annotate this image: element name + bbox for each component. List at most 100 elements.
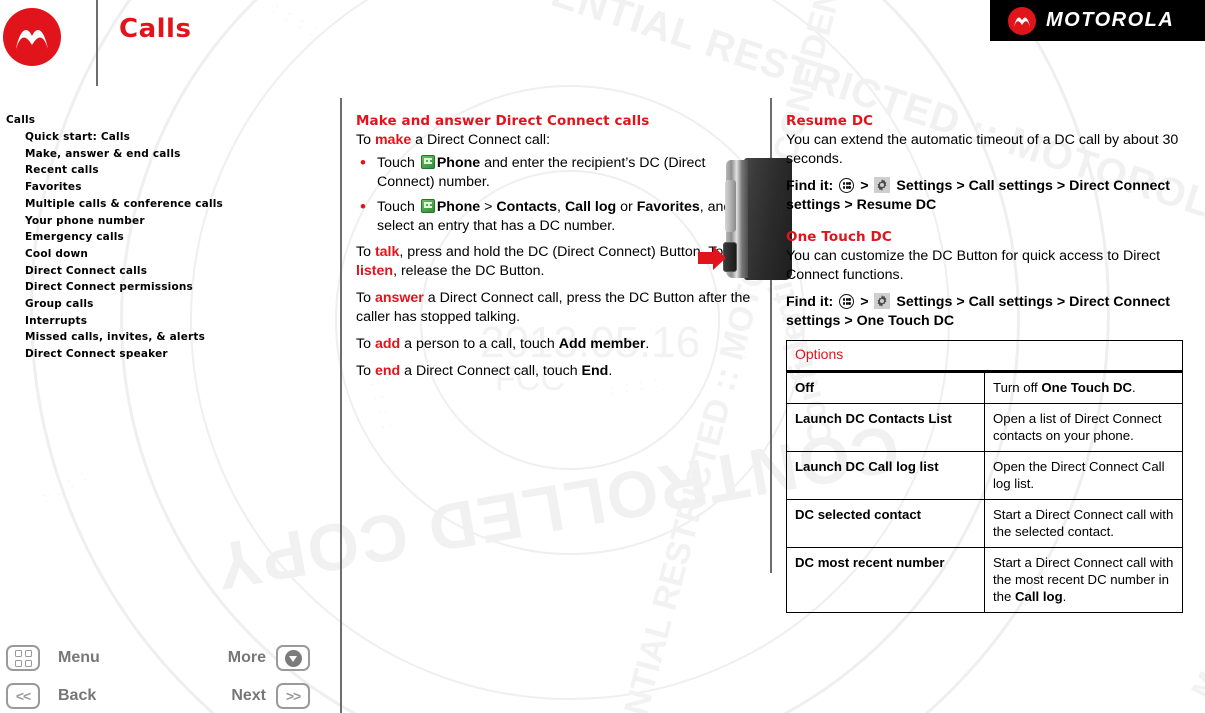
path-separator: > xyxy=(956,178,965,194)
back-label[interactable]: Back xyxy=(58,687,96,705)
path-separator: > xyxy=(956,294,965,310)
app-drawer-icon xyxy=(839,294,855,309)
sidebar-root-calls[interactable]: Calls xyxy=(6,114,326,126)
middle-column: Make and answer Direct Connect calls To … xyxy=(356,113,756,389)
path-separator: > xyxy=(844,197,853,213)
end-p1: To xyxy=(356,363,375,379)
right-column: Resume DC You can extend the automatic t… xyxy=(786,113,1186,613)
add-member-label: Add member xyxy=(558,336,646,352)
sidebar-item-interrupts[interactable]: Interrupts xyxy=(25,313,326,330)
manual-page: CONTROLLED COPY MOTOROLA CONFIDENTIAL RE… xyxy=(0,0,1205,713)
phone-body xyxy=(744,158,792,280)
desc-post: . xyxy=(1132,380,1136,395)
intro-suffix: a Direct Connect call: xyxy=(411,132,551,148)
keyword-listen: listen xyxy=(356,263,394,279)
option-description: Turn off One Touch DC. xyxy=(984,371,1183,404)
table-header-options: Options xyxy=(786,340,1183,373)
double-chevron-left-icon: << xyxy=(15,688,31,704)
menu-button[interactable] xyxy=(6,645,40,671)
sidebar-item-group-calls[interactable]: Group calls xyxy=(25,296,326,313)
nav-row-menu-more: Menu More xyxy=(0,642,340,674)
end-p3: . xyxy=(608,363,613,379)
sidebar-item-cool-down[interactable]: Cool down xyxy=(25,246,326,263)
phone-side-view-figure xyxy=(698,158,796,283)
option-description: Open the Direct Connect Call log list. xyxy=(984,451,1183,500)
desc-bold: Call log xyxy=(1015,589,1063,604)
path-separator: > xyxy=(844,313,853,329)
path-separator: > xyxy=(860,178,869,194)
desc-post: . xyxy=(1062,589,1067,604)
dialer-icon xyxy=(420,199,435,213)
chevron-down-circle-icon xyxy=(284,649,302,667)
watermark-dots: · · · · · · · · xyxy=(38,465,93,508)
option-name: Off xyxy=(786,371,985,404)
more-label[interactable]: More xyxy=(228,649,266,667)
path-separator: > xyxy=(1056,294,1066,310)
add-p3: . xyxy=(645,336,650,352)
bullet2-seg7: or xyxy=(616,199,637,215)
sidebar-item-direct-connect-calls[interactable]: Direct Connect calls xyxy=(25,263,326,280)
bullet1-seg1: Touch xyxy=(377,155,419,171)
next-label[interactable]: Next xyxy=(231,687,266,705)
bullet2-phone: Phone xyxy=(436,199,481,215)
add-p1: To xyxy=(356,336,375,352)
end-label: End xyxy=(581,363,609,379)
answer-p1: To xyxy=(356,290,375,306)
more-button[interactable] xyxy=(276,645,310,671)
sidebar-item-direct-connect-speaker[interactable]: Direct Connect speaker xyxy=(25,346,326,363)
path-resume-dc: Resume DC xyxy=(856,197,937,213)
motorola-logo-icon xyxy=(3,8,61,66)
find-it-label: Find it: xyxy=(786,178,834,194)
back-button[interactable]: << xyxy=(6,683,40,709)
option-name: Launch DC Call log list xyxy=(786,451,985,500)
path-settings: Settings xyxy=(896,178,953,194)
column-divider-left xyxy=(340,98,342,713)
talk-p1: To xyxy=(356,244,375,260)
path-separator: > xyxy=(1056,178,1066,194)
sidebar-item-your-phone-number[interactable]: Your phone number xyxy=(25,213,326,230)
app-drawer-icon xyxy=(839,178,855,193)
list-item: Touch Phone and enter the recipient’s DC… xyxy=(356,153,756,192)
table-header-row: Options xyxy=(786,340,1183,373)
keyword-make: make xyxy=(374,132,412,148)
sidebar-item-make-answer-end-calls[interactable]: Make, answer & end calls xyxy=(25,146,326,163)
one-touch-dc-find-it: Find it: > Settings > Call settings > Di… xyxy=(786,293,1186,331)
phone-volume-key xyxy=(725,180,736,232)
table-row: DC selected contact Start a Direct Conne… xyxy=(786,499,1183,548)
motorola-m-icon xyxy=(1008,6,1036,35)
dialer-icon xyxy=(420,155,435,169)
motorola-wordmark: MOTOROLA xyxy=(1046,9,1175,31)
bullet2-seg5: , xyxy=(557,199,565,215)
sidebar-item-multiple-calls-conference-calls[interactable]: Multiple calls & conference calls xyxy=(25,196,326,213)
path-settings: Settings xyxy=(896,294,953,310)
bullet2-seg1: Touch xyxy=(377,199,419,215)
one-touch-dc-body: You can customize the DC Button for quic… xyxy=(786,248,1161,283)
watermark-dots: · · · · · · · · xyxy=(268,0,324,43)
list-item: Touch Phone > Contacts, Call log or Favo… xyxy=(356,197,756,236)
next-button[interactable]: >> xyxy=(276,683,310,709)
sidebar-item-emergency-calls[interactable]: Emergency calls xyxy=(25,229,326,246)
motorola-brand-bar: MOTOROLA xyxy=(990,0,1205,41)
sidebar-item-direct-connect-permissions[interactable]: Direct Connect permissions xyxy=(25,279,326,296)
bullet1-phone: Phone xyxy=(436,155,481,171)
talk-p3: , release the DC Button. xyxy=(393,263,545,279)
bullet2-contacts: Contacts xyxy=(496,199,558,215)
resume-dc-find-it: Find it: > Settings > Call settings > Di… xyxy=(786,177,1186,215)
sidebar-item-quick-start-calls[interactable]: Quick start: Calls xyxy=(25,129,326,146)
section-heading-make-answer-dc: Make and answer Direct Connect calls xyxy=(356,113,650,129)
bullet2-seg3: > xyxy=(480,199,497,215)
gear-icon xyxy=(874,177,891,193)
sidebar-item-missed-calls-invites-alerts[interactable]: Missed calls, invites, & alerts xyxy=(25,329,326,346)
keyword-add: add xyxy=(374,336,401,352)
para-talk-listen: To talk, press and hold the DC (Direct C… xyxy=(356,243,756,281)
keyword-talk: talk xyxy=(374,244,400,260)
table-row: Launch DC Contacts List Open a list of D… xyxy=(786,403,1183,452)
sidebar-item-favorites[interactable]: Favorites xyxy=(25,179,326,196)
option-name: DC selected contact xyxy=(786,499,985,548)
sidebar-item-recent-calls[interactable]: Recent calls xyxy=(25,162,326,179)
page-title: Calls xyxy=(119,14,192,44)
option-description: Start a Direct Connect call with the sel… xyxy=(984,499,1183,548)
options-table: Options Off Turn off One Touch DC. Launc… xyxy=(786,340,1183,613)
bullet2-call-log: Call log xyxy=(564,199,617,215)
menu-label[interactable]: Menu xyxy=(58,649,100,667)
